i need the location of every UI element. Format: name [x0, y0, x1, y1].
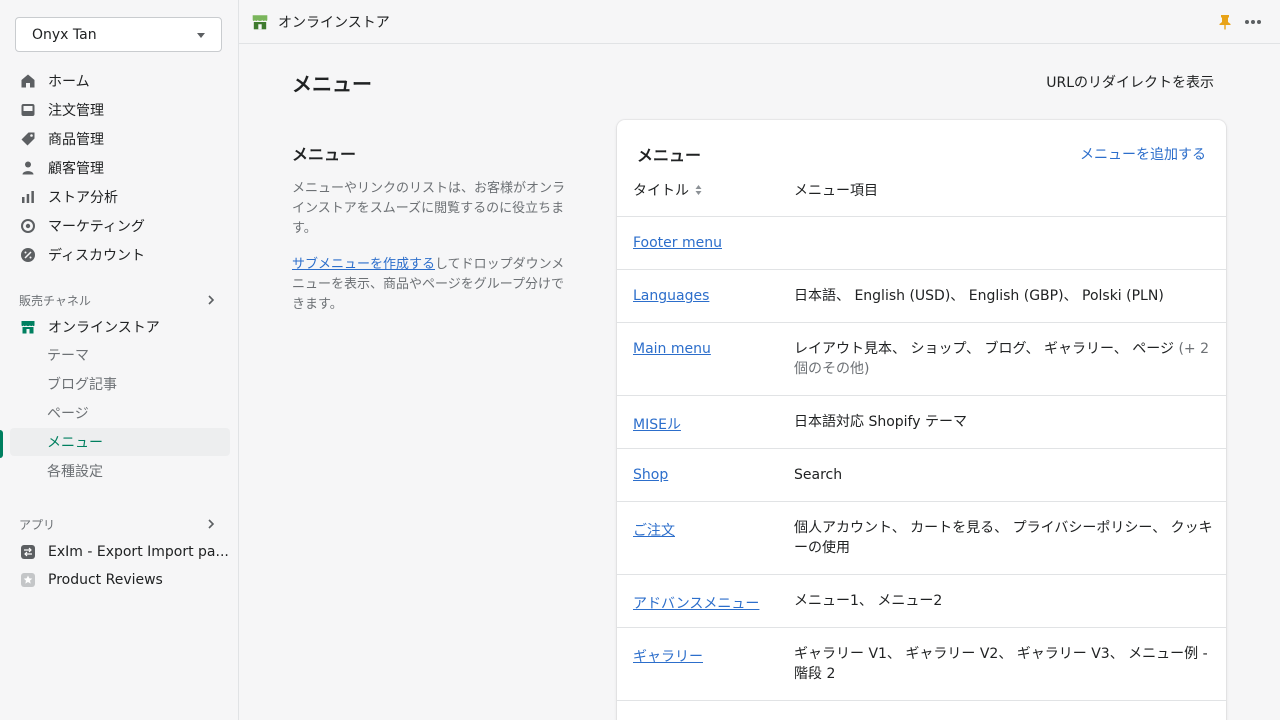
menu-items: 個人アカウント、 カートを見る、 プライバシーポリシー、 クッキーの使用 — [794, 520, 1213, 556]
menu-title-link[interactable]: Shop — [633, 467, 668, 483]
chevron-right-icon[interactable] — [206, 519, 216, 529]
menu-items: 日本語対応 Shopify テーマ — [794, 414, 967, 430]
online-store-icon — [252, 14, 268, 29]
nav-label: オンラインストア — [48, 320, 160, 336]
nav-home[interactable]: ホーム — [10, 67, 230, 95]
sales-channels-title: 販売チャネル — [19, 294, 91, 308]
nav-themes[interactable]: テーマ — [10, 341, 230, 369]
nav-label: ExIm - Export Import pa... — [48, 544, 229, 560]
apps-title: アプリ — [19, 518, 56, 532]
nav-products[interactable]: 商品管理 — [10, 125, 230, 153]
nav-analytics[interactable]: ストア分析 — [10, 183, 230, 211]
table-row: ギャラリー ギャラリー V1、 ギャラリー V2、 ギャラリー V3、 メニュー… — [617, 627, 1226, 700]
more-options-icon[interactable] — [1244, 19, 1262, 25]
nav-label: ストア分析 — [48, 190, 118, 206]
nav-label: マーケティング — [48, 219, 145, 235]
chevron-right-icon[interactable] — [206, 295, 216, 305]
app-exim-icon — [20, 544, 36, 560]
menu-title-link[interactable]: MISEル — [633, 414, 681, 434]
table-row: Shop Search — [617, 448, 1226, 501]
menu-title-link[interactable]: ギャラリー — [633, 646, 703, 666]
menu-title-link[interactable]: Footer menu — [633, 235, 722, 251]
table-row: ご注文 個人アカウント、 カートを見る、 プライバシーポリシー、 クッキーの使用 — [617, 501, 1226, 574]
pin-icon[interactable] — [1218, 14, 1232, 30]
table-row: Languages 日本語、 English (USD)、 English (G… — [617, 269, 1226, 322]
menus-card: メニュー メニューを追加する タイトル メニュー項目 Footer menu L… — [617, 120, 1226, 720]
table-row: MISEル 日本語対応 Shopify テーマ — [617, 395, 1226, 448]
store-name: Onyx Tan — [32, 26, 97, 43]
view-url-redirects-link[interactable]: URLのリダイレクトを表示 — [1046, 72, 1214, 92]
nav-app-exim[interactable]: ExIm - Export Import pa... — [10, 538, 230, 566]
active-indicator — [0, 430, 3, 458]
column-header-title-label: タイトル — [633, 183, 689, 199]
nav-navigation[interactable]: メニュー — [10, 428, 230, 456]
table-row: Main menu レイアウト見本、 ショップ、 ブログ、 ギャラリー、 ページ… — [617, 322, 1226, 395]
target-icon — [20, 218, 36, 234]
submenu-description: サブメニューを作成するしてドロップダウンメニューを表示、商品やページをグループ分… — [292, 255, 574, 315]
nav-customers[interactable]: 顧客管理 — [10, 154, 230, 182]
nav-online-store[interactable]: オンラインストア — [10, 313, 230, 341]
table-row: アドバンスメニュー メニュー1、 メニュー2 — [617, 574, 1226, 627]
nav-label: 注文管理 — [48, 103, 104, 119]
caret-down-icon — [197, 33, 205, 38]
add-menu-link[interactable]: メニューを追加する — [1080, 144, 1206, 164]
nav-blog-posts[interactable]: ブログ記事 — [10, 370, 230, 398]
discount-icon — [20, 247, 36, 263]
nav-discounts[interactable]: ディスカウント — [10, 241, 230, 269]
menu-items: レイアウト見本、 ショップ、 ブログ、 ギャラリー、 ページ (+ 2 個のその… — [794, 339, 1214, 379]
star-icon — [20, 572, 36, 588]
tag-icon — [20, 131, 36, 147]
nav-pages[interactable]: ページ — [10, 399, 230, 427]
section-description: メニューやリンクのリストは、お客様がオンラインストアをスムーズに閲覧するのに役立… — [292, 181, 566, 236]
menu-title-link[interactable]: Main menu — [633, 341, 711, 357]
menu-items: 日本語、 English (USD)、 English (GBP)、 Polsk… — [794, 288, 1164, 304]
nav-app-reviews[interactable]: Product Reviews — [10, 566, 230, 594]
store-selector[interactable]: Onyx Tan — [15, 17, 222, 52]
menu-title-link[interactable]: ご注文 — [633, 520, 675, 540]
nav-label: ホーム — [48, 74, 90, 90]
menu-items: メニュー1、 メニュー2 — [794, 593, 943, 609]
top-bar: オンラインストア — [239, 0, 1280, 44]
nav-marketing[interactable]: マーケティング — [10, 212, 230, 240]
top-bar-title: オンラインストア — [278, 14, 390, 31]
nav-orders[interactable]: 注文管理 — [10, 96, 230, 124]
menu-items: ギャラリー V1、 ギャラリー V2、 ギャラリー V3、 メニュー例 - 階段… — [794, 646, 1208, 682]
menu-title-link[interactable]: Languages — [633, 288, 709, 304]
menu-items-text: レイアウト見本、 ショップ、 ブログ、 ギャラリー、 ページ — [794, 341, 1174, 357]
menu-items: Search — [794, 467, 843, 483]
menu-title-link[interactable]: アドバンスメニュー — [633, 593, 759, 613]
nav-label: ディスカウント — [48, 248, 146, 264]
sidebar: Onyx Tan ホーム 注文管理 商品管理 顧客管理 ストア分析 マーケティン… — [0, 0, 239, 720]
inbox-icon — [20, 102, 36, 118]
nav-label: Product Reviews — [48, 572, 163, 588]
create-submenu-link[interactable]: サブメニューを作成する — [292, 257, 435, 272]
person-icon — [20, 160, 36, 176]
column-header-items: メニュー項目 — [794, 183, 878, 199]
bar-chart-icon — [20, 189, 36, 205]
home-icon — [20, 73, 36, 89]
online-store-icon — [20, 319, 36, 335]
nav-label: 顧客管理 — [48, 161, 104, 177]
sort-icon — [695, 185, 702, 195]
card-title: メニュー — [637, 146, 702, 165]
table-row — [617, 700, 1226, 720]
column-header-title[interactable]: タイトル — [633, 180, 702, 200]
page-title: メニュー — [292, 72, 372, 96]
section-title: メニュー — [292, 145, 357, 164]
table-row: Footer menu — [617, 216, 1226, 269]
nav-preferences[interactable]: 各種設定 — [10, 457, 230, 485]
nav-label: 商品管理 — [48, 132, 104, 148]
